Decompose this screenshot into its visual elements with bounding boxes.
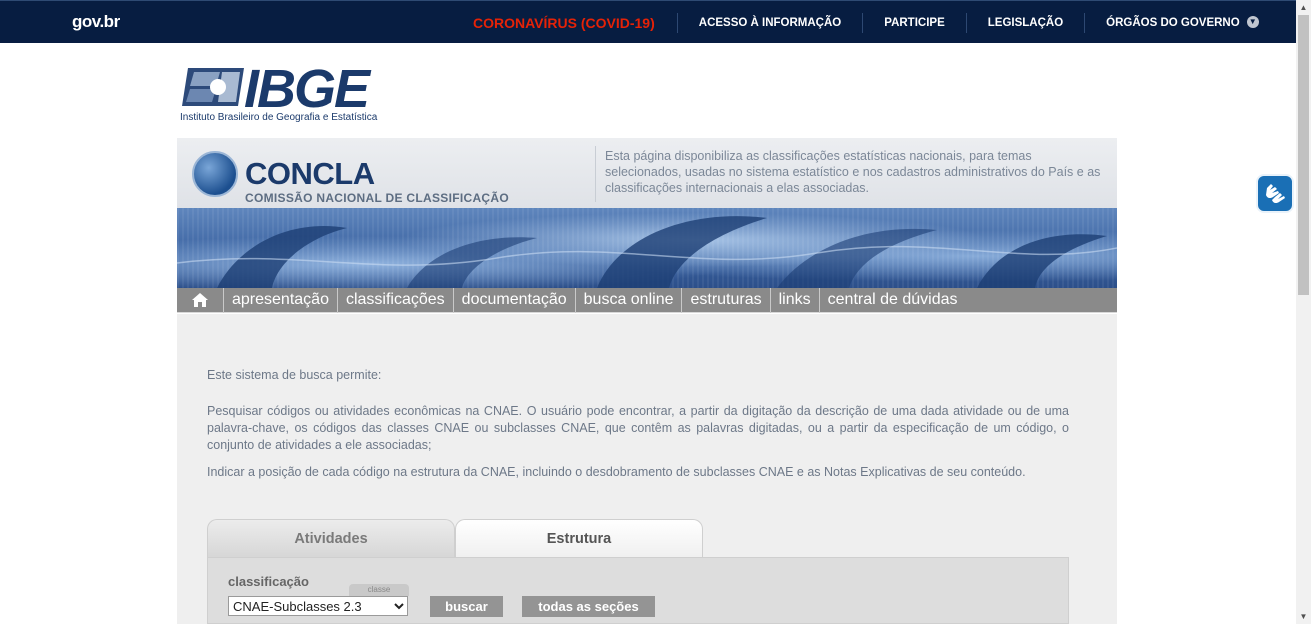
intro-paragraph-1: Pesquisar códigos ou atividades econômic… xyxy=(207,404,1069,452)
ibge-wordmark: IBGE xyxy=(244,59,370,119)
classe-mini-tag: classe xyxy=(349,584,409,596)
ibge-mark-icon xyxy=(182,68,244,106)
govbar-orgaos-label: ÓRGÃOS DO GOVERNO xyxy=(1106,16,1240,29)
main-nav: apresentação classificações documentação… xyxy=(177,287,1117,313)
nav-item-central-de-duvidas[interactable]: central de dúvidas xyxy=(820,288,966,313)
concla-header: CONCLA COMISSÃO NACIONAL DE CLASSIFICAÇÃ… xyxy=(177,138,1117,208)
map-banner xyxy=(177,208,1117,288)
tab-estrutura[interactable]: Estrutura xyxy=(455,519,703,559)
scroll-up-arrow-icon[interactable]: ▲ xyxy=(1296,0,1311,15)
nav-home[interactable] xyxy=(177,287,224,313)
concla-title[interactable]: CONCLA xyxy=(245,156,375,192)
concla-description: Esta página disponibiliza as classificaç… xyxy=(605,149,1101,195)
nav-item-documentacao[interactable]: documentação xyxy=(454,287,576,313)
globe-icon xyxy=(192,151,238,197)
govbar-link-acesso[interactable]: ACESSO À INFORMAÇÃO xyxy=(678,12,864,33)
banner-decoration xyxy=(177,216,1117,288)
scroll-down-arrow-icon[interactable]: ▼ xyxy=(1296,609,1311,624)
govbar-link-legislacao[interactable]: LEGISLAÇÃO xyxy=(967,12,1086,33)
sign-language-hands-icon xyxy=(1266,184,1285,204)
classificacao-select[interactable]: CNAE-Subclasses 2.3 xyxy=(228,596,408,616)
vlibras-accessibility-button[interactable] xyxy=(1256,174,1294,213)
concla-subtitle: COMISSÃO NACIONAL DE CLASSIFICAÇÃO xyxy=(245,191,509,205)
tab-atividades[interactable]: Atividades xyxy=(207,519,455,558)
nav-item-classificacoes[interactable]: classificações xyxy=(338,287,454,313)
vertical-scrollbar[interactable]: ▲ ▼ xyxy=(1296,0,1311,624)
todas-as-secoes-button[interactable]: todas as seções xyxy=(522,596,655,617)
govbr-logo[interactable]: gov.br xyxy=(72,12,120,32)
govbar-link-covid[interactable]: CORONAVÍRUS (COVID-19) xyxy=(452,12,678,33)
classificacao-label: classificação xyxy=(228,574,309,589)
nav-item-busca-online[interactable]: busca online xyxy=(576,287,683,313)
ibge-subtitle: Instituto Brasileiro de Geografia e Esta… xyxy=(180,112,378,123)
nav-item-links[interactable]: links xyxy=(771,287,820,313)
gov-top-bar: gov.br CORONAVÍRUS (COVID-19) ACESSO À I… xyxy=(0,0,1296,43)
home-icon xyxy=(192,293,208,307)
ibge-logo[interactable]: IBGE Instituto Brasileiro de Geografia e… xyxy=(180,59,420,124)
scrollbar-thumb[interactable] xyxy=(1298,15,1309,295)
intro-paragraph-2: Indicar a posição de cada código na estr… xyxy=(207,465,1026,479)
govbar-link-participe[interactable]: PARTICIPE xyxy=(863,12,967,33)
buscar-button[interactable]: buscar xyxy=(430,596,503,617)
intro-heading: Este sistema de busca permite: xyxy=(207,368,382,382)
main-content: Este sistema de busca permite: Pesquisar… xyxy=(177,314,1117,624)
header-divider xyxy=(595,146,596,202)
nav-item-estruturas[interactable]: estruturas xyxy=(682,287,771,313)
search-panel: classificação classe CNAE-Subclasses 2.3… xyxy=(207,557,1069,624)
chevron-down-icon[interactable]: ▼ xyxy=(1246,15,1259,28)
govbar-link-orgaos[interactable]: ÓRGÃOS DO GOVERNO ▼ xyxy=(1085,13,1280,33)
nav-item-apresentacao[interactable]: apresentação xyxy=(224,287,338,313)
govbar-links: CORONAVÍRUS (COVID-19) ACESSO À INFORMAÇ… xyxy=(452,1,1280,44)
